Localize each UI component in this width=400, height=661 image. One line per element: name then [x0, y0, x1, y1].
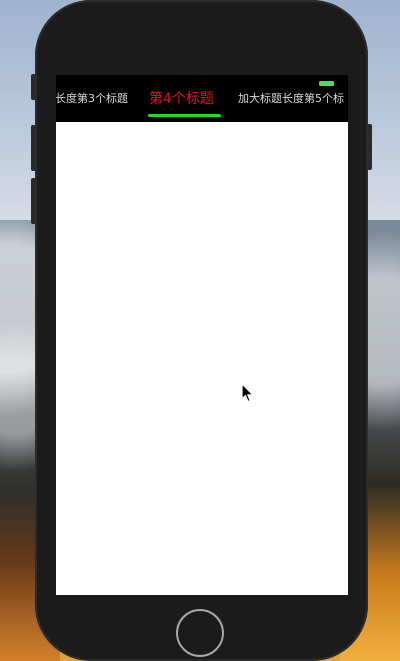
app-screen: 长度第3个标题 第4个标题 加大标题长度第5个标 — [56, 75, 348, 595]
tab-bar: 长度第3个标题 第4个标题 加大标题长度第5个标 — [56, 75, 348, 122]
tab-title-4[interactable]: 第4个标题 — [149, 89, 214, 109]
tab-title-5[interactable]: 加大标题长度第5个标 — [238, 91, 344, 107]
content-area — [56, 122, 348, 595]
battery-icon — [319, 81, 334, 86]
home-button-icon[interactable] — [176, 609, 224, 657]
mouse-cursor-icon — [241, 383, 254, 403]
selected-tab-indicator — [148, 114, 221, 117]
tab-title-3[interactable]: 长度第3个标题 — [56, 91, 128, 107]
